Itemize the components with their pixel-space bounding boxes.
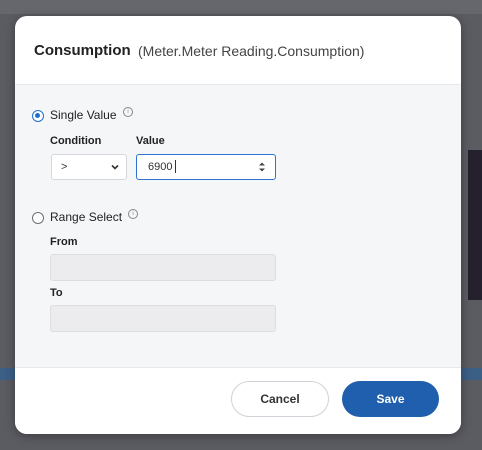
save-button[interactable]: Save [342,381,439,417]
filter-dialog: Consumption (Meter.Meter Reading.Consump… [15,16,461,434]
to-input[interactable] [50,305,276,332]
condition-select[interactable]: > [51,154,127,180]
value-input-text: 6900 [148,161,173,173]
condition-selected-value: > [61,161,68,173]
dialog-title: Consumption [34,42,131,59]
info-icon: i [123,107,133,117]
text-cursor [175,160,176,173]
dialog-subtitle: (Meter.Meter Reading.Consumption) [138,43,365,59]
info-icon: i [128,209,138,219]
condition-label: Condition [50,135,102,147]
chevron-down-icon [111,164,119,170]
range-select-label: Range Select [50,210,123,224]
single-value-label: Single Value [50,108,117,122]
value-input[interactable]: 6900 [136,154,276,180]
background-panel [468,150,482,300]
to-label: To [50,287,63,299]
cancel-button[interactable]: Cancel [231,381,329,417]
range-select-radio[interactable] [32,212,44,224]
single-value-radio[interactable] [32,110,44,122]
from-label: From [50,236,78,248]
stepper-icon[interactable] [258,161,266,173]
dialog-footer: Cancel Save [15,367,461,434]
dialog-header: Consumption (Meter.Meter Reading.Consump… [15,16,461,85]
value-label: Value [136,135,165,147]
background-header [0,0,482,14]
from-input[interactable] [50,254,276,281]
